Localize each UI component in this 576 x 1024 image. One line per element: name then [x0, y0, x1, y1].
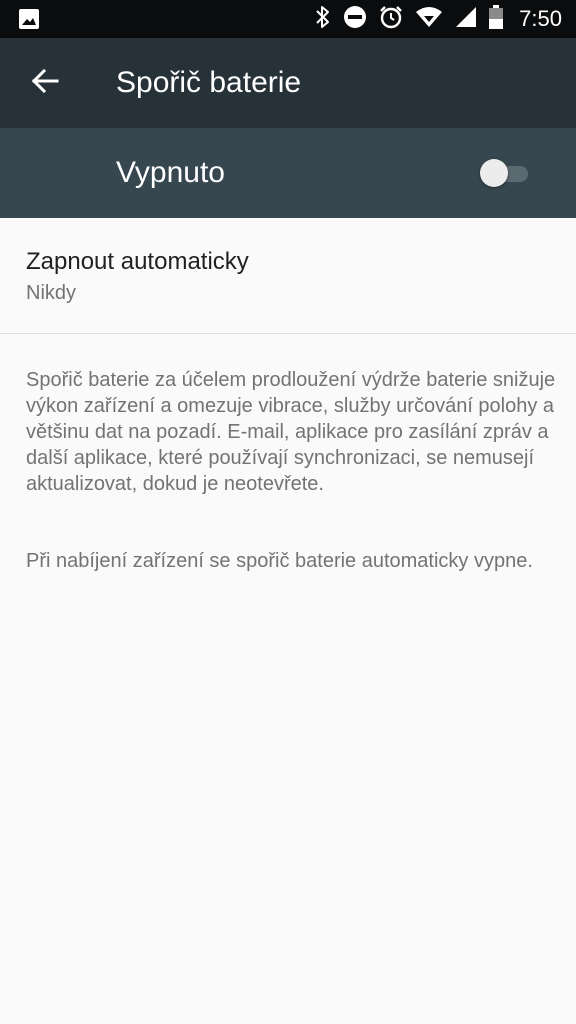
preference-title: Zapnout automaticky [26, 248, 249, 275]
master-switch-bar[interactable]: Vypnuto [0, 128, 576, 218]
signal-icon [455, 6, 477, 33]
bluetooth-icon [315, 5, 331, 34]
back-button[interactable] [22, 60, 68, 106]
arrow-back-icon [31, 67, 59, 100]
image-icon [18, 8, 40, 35]
divider [0, 333, 576, 334]
app-bar: Spořič baterie [0, 38, 576, 128]
status-bar: 7:50 [0, 0, 576, 38]
footer-description: Spořič baterie za účelem prodloužení výd… [26, 369, 556, 495]
battery-icon [489, 4, 504, 34]
wifi-icon [415, 6, 443, 33]
battery-saver-toggle[interactable] [480, 158, 532, 188]
toggle-thumb [480, 159, 508, 187]
clock-time: 7:50 [519, 6, 562, 31]
alarm-icon [379, 5, 403, 34]
auto-turn-on-preference[interactable]: Zapnout automaticky [0, 218, 576, 334]
preference-summary: Nikdy [26, 282, 77, 304]
page-title: Spořič baterie [116, 66, 302, 99]
footer-charging-note: Při nabíjení zařízení se spořič baterie … [26, 550, 533, 572]
do-not-disturb-icon [343, 5, 367, 34]
master-switch-label: Vypnuto [116, 156, 225, 189]
